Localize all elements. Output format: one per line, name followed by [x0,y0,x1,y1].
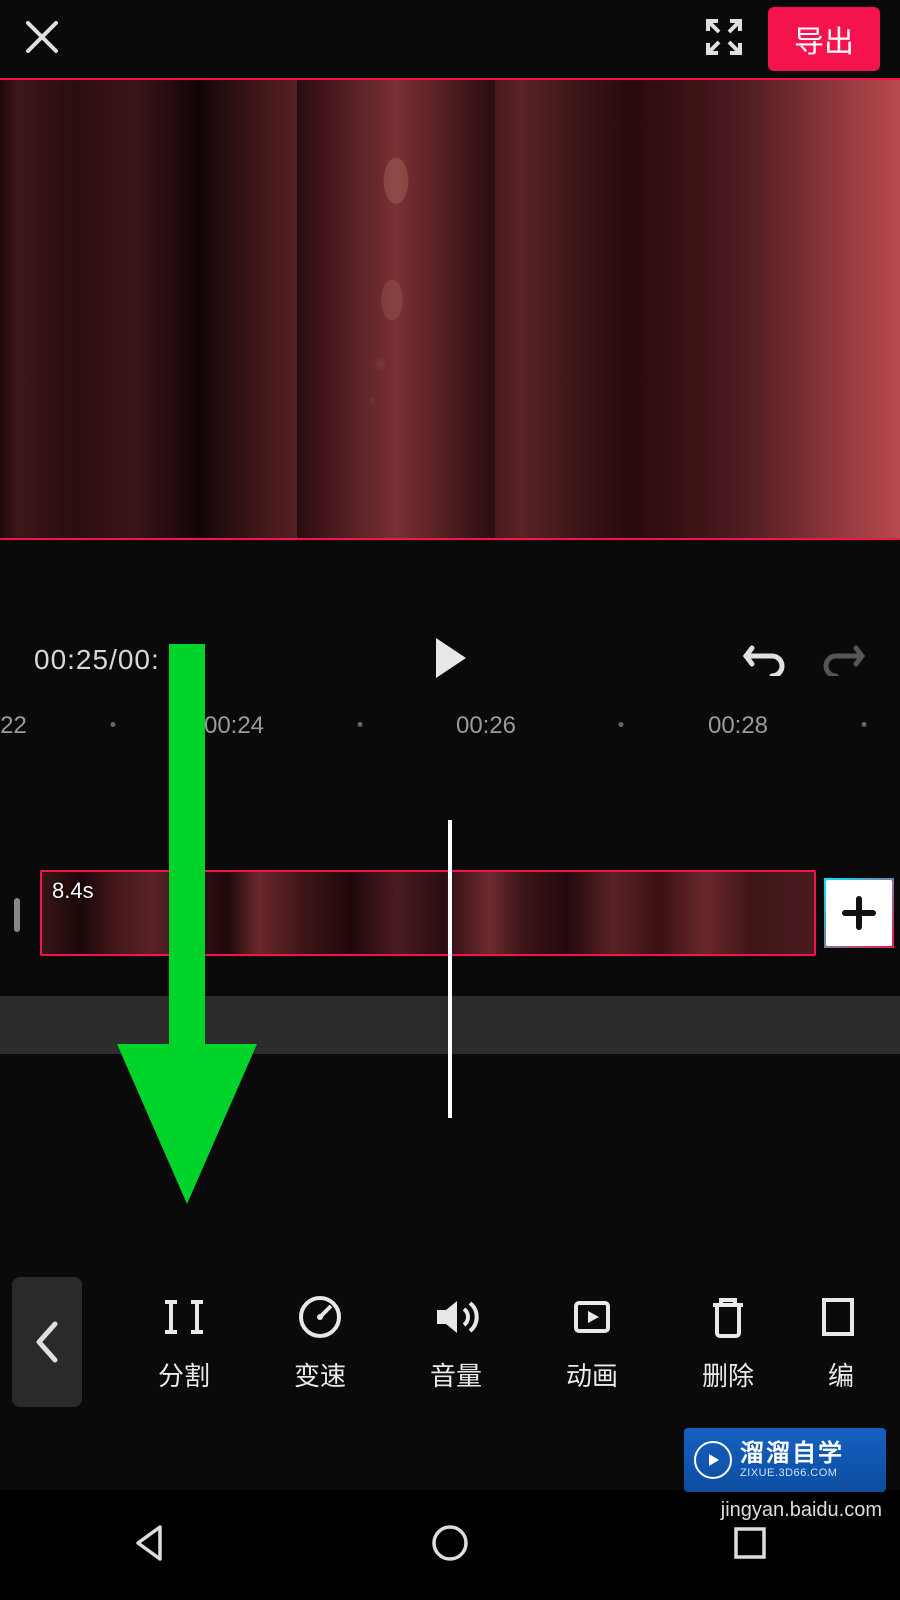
ruler-dot [862,722,867,727]
add-clip-button[interactable] [824,878,894,948]
clip-left-handle[interactable] [14,898,20,932]
watermark-title: 溜溜自学 [740,1441,844,1467]
back-button[interactable] [12,1277,82,1407]
ruler-dot [110,722,115,727]
nav-back-button[interactable] [128,1521,172,1570]
watermark-badge: 溜溜自学 ZIXUE.3D66.COM [684,1428,886,1492]
tool-label: 音量 [430,1356,482,1393]
ruler-tick: 00:26 [456,712,516,740]
nav-recent-button[interactable] [728,1521,772,1570]
tool-speed[interactable]: 变速 [272,1292,368,1393]
ruler-dot [619,722,624,727]
video-clip[interactable]: 8.4s [40,870,816,956]
play-button[interactable] [430,636,470,685]
ruler-tick: 22 [0,712,27,740]
timeline-ruler[interactable]: 22 00:24 00:26 00:28 [0,706,900,746]
ruler-tick: 00:24 [204,712,264,740]
tool-delete[interactable]: 删除 [680,1292,776,1393]
credit-text: jingyan.baidu.com [721,1499,882,1522]
tool-label: 分割 [158,1356,210,1393]
ruler-tick: 00:28 [708,712,768,740]
tool-split[interactable]: 分割 [136,1292,232,1393]
watermark-subtitle: ZIXUE.3D66.COM [740,1467,844,1479]
fullscreen-icon[interactable] [704,17,744,62]
playhead[interactable] [448,820,452,1118]
playback-bar: 00:25/00: [0,620,900,700]
nav-home-button[interactable] [428,1521,472,1570]
undo-button[interactable] [742,640,786,681]
clip-duration-label: 8.4s [52,878,94,904]
tool-label: 编 [828,1356,854,1393]
tool-bar: 分割 变速 音量 动画 删除 编 [0,1272,900,1412]
tool-label: 删除 [702,1356,754,1393]
timecode-label: 00:25/00: [34,644,160,676]
tool-edit[interactable]: 编 [816,1292,866,1393]
tool-label: 变速 [294,1356,346,1393]
video-preview[interactable] [0,78,900,540]
ruler-dot [358,722,363,727]
redo-button [822,640,866,681]
top-bar: 导出 [0,0,900,78]
watermark-play-icon [694,1441,732,1479]
export-button[interactable]: 导出 [768,7,880,71]
tool-volume[interactable]: 音量 [408,1292,504,1393]
close-button[interactable] [20,15,64,64]
tool-animation[interactable]: 动画 [544,1292,640,1393]
tool-label: 动画 [566,1356,618,1393]
